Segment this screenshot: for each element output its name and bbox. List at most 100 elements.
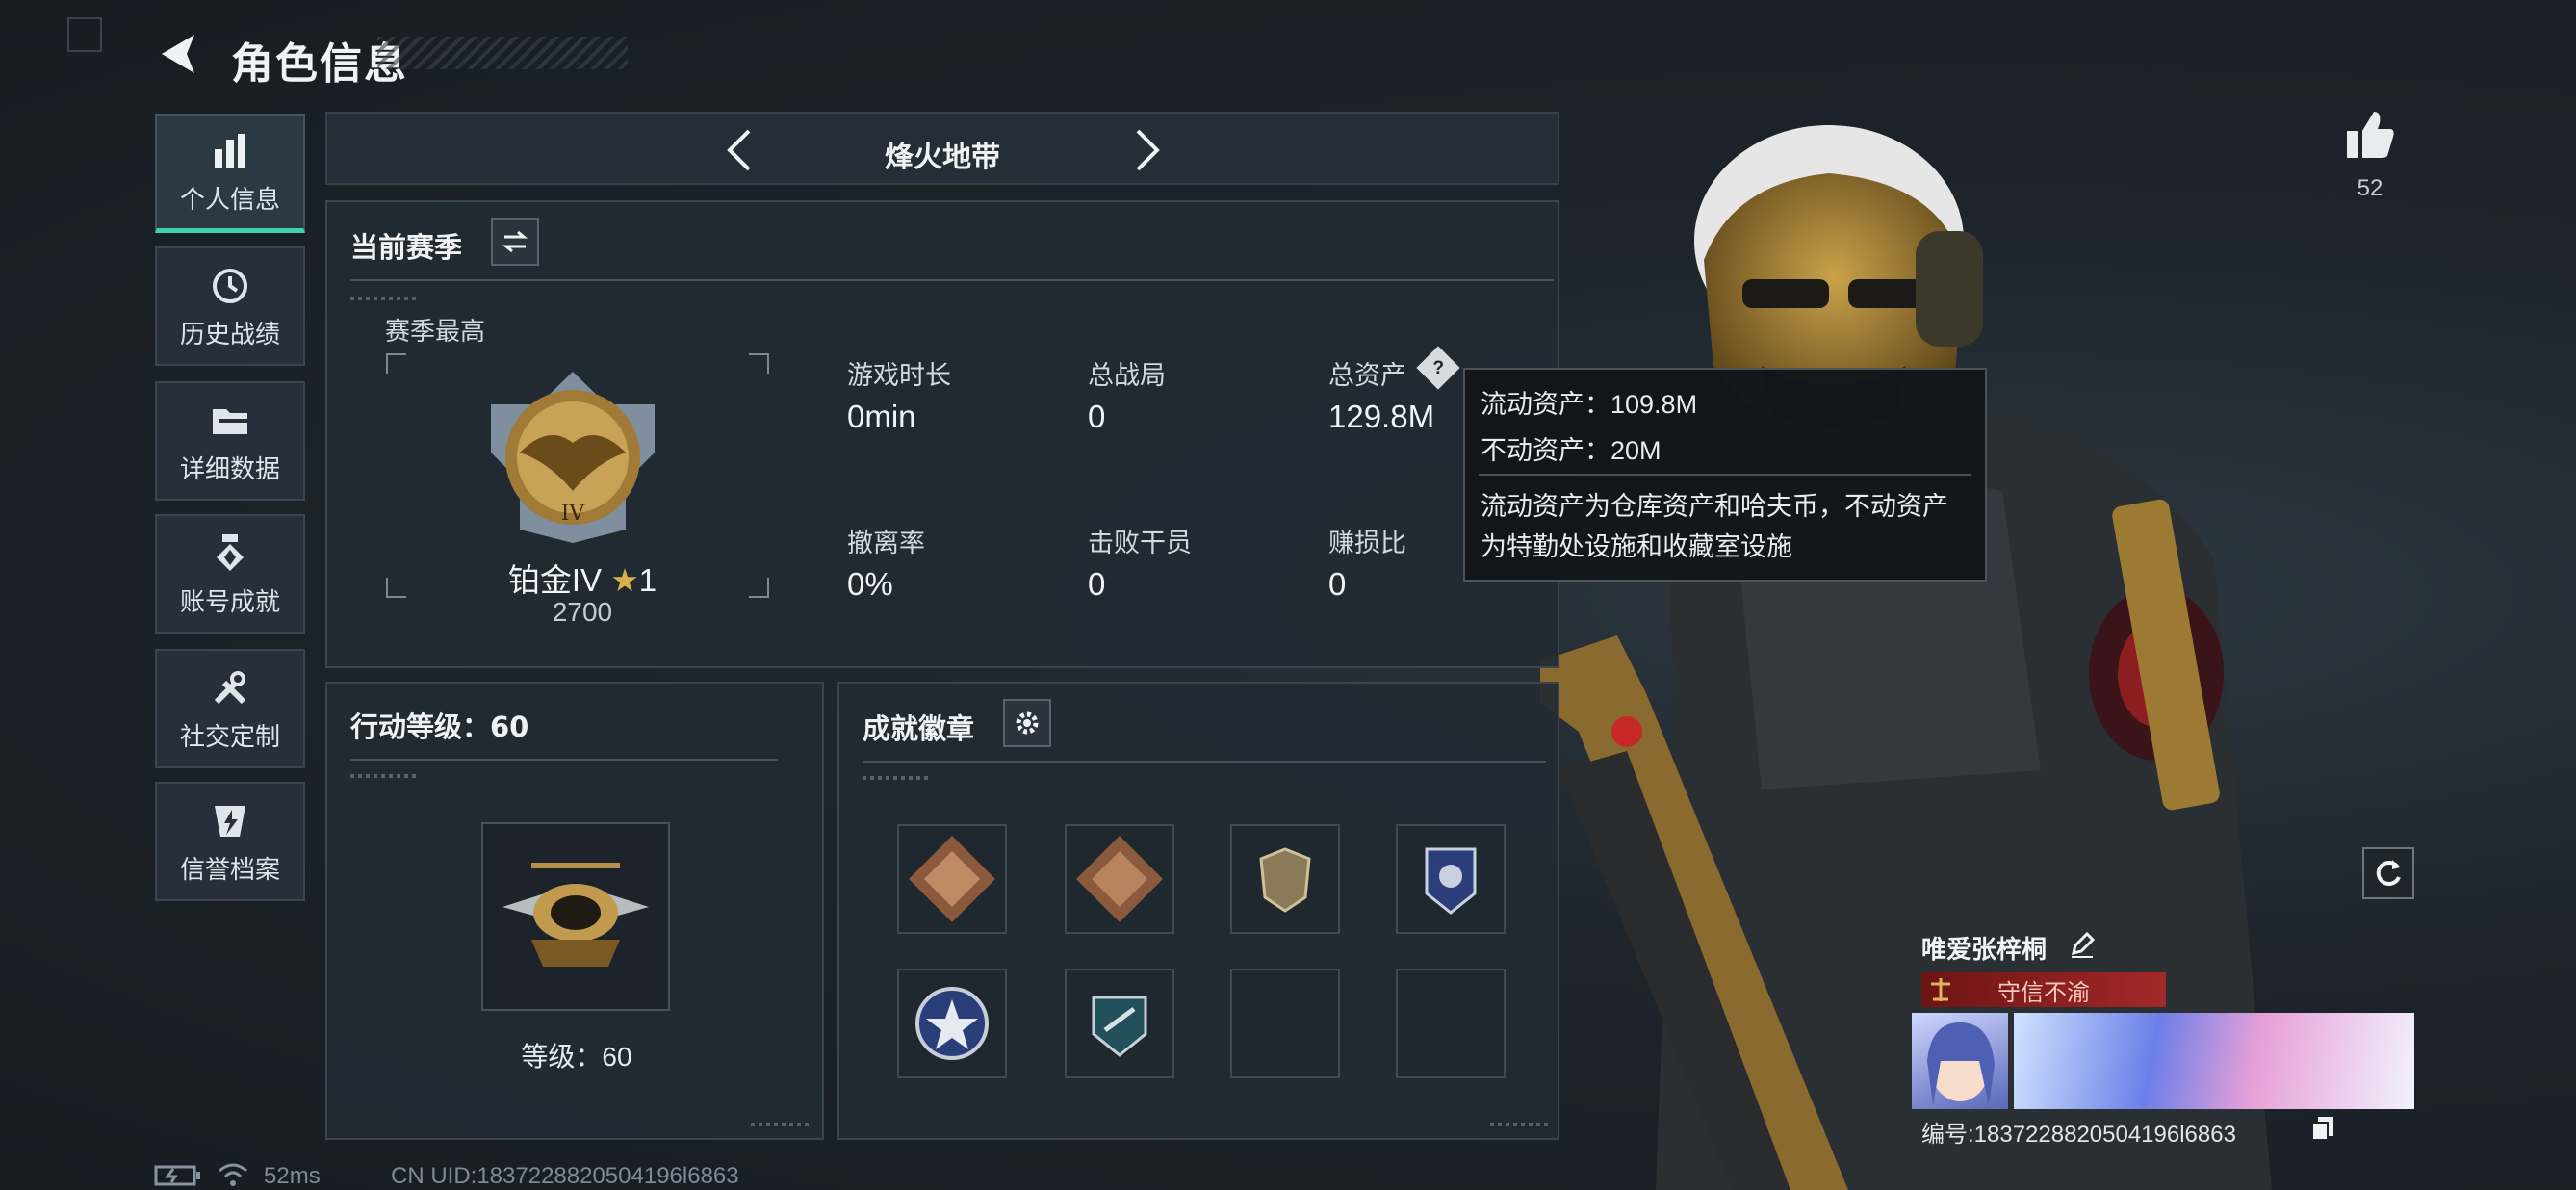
thumbs-up-icon[interactable] [2341,106,2399,164]
stat-value-total-assets: 129.8M [1328,399,1435,434]
season-panel: 当前赛季 赛季最高 IV 铂金IV ★1 2700 游戏时长 0min 总战局 … [325,200,1559,668]
badge-slot[interactable] [1396,824,1506,934]
rank-stars: 1 [638,562,657,598]
action-level-divider [350,759,778,761]
badge-slot[interactable] [897,969,1007,1078]
stat-value-profit-ratio: 0 [1328,566,1347,602]
gear-icon [1016,711,1039,735]
level-emblem-frame [481,822,670,1011]
chevron-right-icon[interactable] [1128,125,1167,175]
sidebar-item-detailed-data[interactable]: 详细数据 [155,381,305,501]
sidebar-item-history[interactable]: 历史战绩 [155,246,305,366]
stat-value-total-games: 0 [1088,399,1106,434]
badge-slot-empty[interactable] [1230,969,1340,1078]
tooltip-liquid-assets: 流动资产：109.8M [1481,390,1698,419]
corner-decoration [67,17,102,52]
stat-label-total-games: 总战局 [1088,361,1166,390]
shield-badge-icon [1259,847,1311,913]
dots-decoration [1490,1123,1548,1126]
stat-label-total-assets: 总资产 [1328,361,1406,390]
dots-decoration [350,297,418,300]
tooltip-divider [1479,474,1971,476]
badges-title: 成就徽章 [863,714,975,745]
rank-name: 铂金IV [507,562,603,598]
sidebar-item-label: 社交定制 [179,721,280,751]
achievement-badges-panel: 成就徽章 [837,682,1559,1140]
star-icon: ★ [610,562,639,598]
sidebar-item-personal-info[interactable]: 个人信息 [155,114,305,233]
profile-banner [2014,1013,2414,1109]
rank-score: 2700 [552,597,613,627]
help-icon[interactable]: ? [1416,346,1460,390]
bar-chart-icon [215,134,245,168]
stat-value-kills: 0 [1088,566,1106,602]
title-decoration [377,37,628,69]
edit-pencil-icon[interactable] [2068,930,2097,959]
dragon-badge-icon [909,836,995,922]
dots-decoration [751,1123,809,1126]
likes-count: 52 [2357,175,2383,201]
title-tag: 守信不渝 [1921,972,2166,1007]
badges-divider [863,761,1546,763]
sidebar-item-label: 历史战绩 [179,319,280,349]
rank-line: 铂金IV ★1 [424,555,741,601]
player-name: 唯爱张梓桐 [1921,935,2048,964]
stat-label-profit-ratio: 赚损比 [1328,529,1406,557]
title-tag-text: 守信不渝 [1997,979,2090,1006]
switch-season-button[interactable] [491,218,539,266]
level-text: 等级：60 [521,1042,632,1072]
stat-label-playtime: 游戏时长 [847,361,951,390]
battery-icon [154,1165,200,1186]
folder-icon [213,408,247,434]
sidebar-item-achievements[interactable]: 账号成就 [155,514,305,634]
back-arrow-icon[interactable] [154,29,202,79]
sidebar-item-social-custom[interactable]: 社交定制 [155,649,305,768]
swap-arrows-icon [502,230,528,253]
rank-emblem-icon: IV [491,372,655,543]
tools-icon [214,670,246,704]
season-title: 当前赛季 [350,233,463,264]
action-level-title: 行动等级：60 [350,711,529,743]
arrow-shield-badge-icon [1092,996,1147,1057]
dots-decoration [350,774,418,778]
stat-label-kills: 击败干员 [1088,529,1192,557]
sidebar-item-label: 信誉档案 [179,854,280,884]
stat-value-extract-rate: 0% [847,566,893,602]
stat-label-extract-rate: 撤离率 [847,529,925,557]
helicopter-emblem-icon [502,863,649,967]
season-divider [350,279,1554,281]
blue-shield-badge-icon [1425,847,1477,915]
sidebar-item-label: 个人信息 [179,185,280,214]
anime-avatar-image [1927,1022,1995,1105]
dragon-badge-icon [1076,836,1163,922]
sidebar-item-label: 账号成就 [179,586,280,616]
action-level-panel: 行动等级：60 等级：60 [325,682,824,1140]
player-avatar[interactable] [1912,1013,2008,1109]
assets-tooltip: 流动资产：109.8M 不动资产：20M 流动资产为仓库资产和哈夫币，不动资产 … [1463,368,1987,582]
season-best-label: 赛季最高 [385,317,486,346]
scales-icon [1931,978,1950,1001]
tooltip-description-1: 流动资产为仓库资产和哈夫币，不动资产 [1481,492,1948,521]
sidebar-item-label: 详细数据 [179,453,280,483]
badge-slot[interactable] [1230,824,1340,934]
badge-settings-button[interactable] [1003,699,1051,747]
history-icon [213,268,247,303]
badge-slot[interactable] [1065,824,1174,934]
tooltip-fixed-assets: 不动资产：20M [1481,436,1662,465]
player-id: 编号:1837228820504196l6863 [1921,1122,2236,1148]
mode-tabbar: 烽火地带 [325,112,1559,185]
copy-icon[interactable] [2310,1115,2335,1142]
ping-text: 52ms [264,1163,321,1189]
badge-slot[interactable] [1065,969,1174,1078]
badge-slot[interactable] [897,824,1007,934]
mode-title: 烽火地带 [885,142,1000,173]
refresh-icon [2376,860,2401,886]
svg-text:IV: IV [561,502,586,526]
badge-slot-empty[interactable] [1396,969,1506,1078]
dots-decoration [863,776,930,780]
tooltip-description-2: 为特勤处设施和收藏室设施 [1481,532,1792,561]
star-badge-icon [915,987,989,1060]
refresh-button[interactable] [2362,847,2414,899]
sidebar-item-reputation[interactable]: 信誉档案 [155,782,305,901]
uid-text: CN UID:1837228820504196l6863 [391,1163,739,1189]
